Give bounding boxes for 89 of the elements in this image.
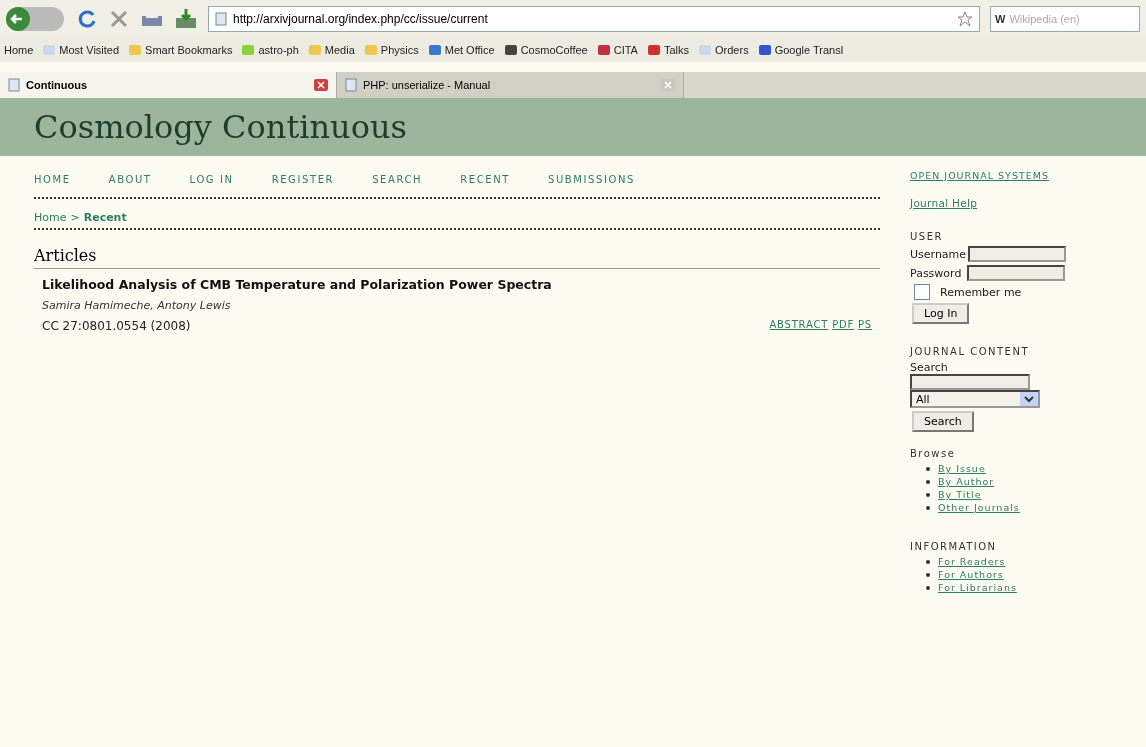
- folder-icon: [307, 43, 322, 57]
- remember-checkbox[interactable]: [914, 284, 930, 300]
- folder-icon: [128, 43, 143, 57]
- site-title: Cosmology Continuous: [34, 108, 407, 146]
- help-link[interactable]: Journal Help: [910, 197, 1100, 209]
- chevron-down-icon: [1020, 392, 1038, 406]
- search-field[interactable]: W Wikipedia (en): [990, 6, 1140, 32]
- page-icon: [8, 78, 20, 92]
- bullet-icon: [926, 466, 930, 471]
- article-citation: CC 27:0801.0554 (2008): [42, 319, 191, 333]
- bookmark-item[interactable]: astro-ph: [241, 43, 299, 57]
- breadcrumb-link[interactable]: Home: [34, 211, 67, 224]
- scope-select[interactable]: All: [910, 390, 1040, 408]
- bookmark-item[interactable]: CITA: [596, 43, 638, 57]
- browse-link[interactable]: Other Journals: [938, 502, 1020, 513]
- article-link[interactable]: PS: [858, 319, 872, 333]
- bookmark-item[interactable]: Smart Bookmarks: [128, 43, 233, 57]
- bullet-icon: [926, 585, 930, 590]
- information-link[interactable]: For Readers: [938, 556, 1006, 567]
- bookmark-item[interactable]: Google Transl: [757, 43, 844, 57]
- bullet-icon: [926, 572, 930, 577]
- bookmark-item[interactable]: Media: [307, 43, 355, 57]
- url-text: http://arxivjournal.org/index.php/cc/issue/current: [233, 12, 488, 26]
- article-link[interactable]: PDF: [832, 319, 854, 333]
- stop-icon[interactable]: [108, 8, 130, 30]
- browser-tab[interactable]: PHP: unserialize - Manual: [337, 72, 684, 98]
- nav-link[interactable]: REGISTER: [271, 174, 335, 185]
- bookmark-item[interactable]: Physics: [363, 43, 419, 57]
- browse-link[interactable]: By Issue: [938, 463, 986, 474]
- login-button[interactable]: Log In: [912, 303, 970, 324]
- browse-heading: Browse: [910, 448, 957, 459]
- bookmark-item[interactable]: Orders: [698, 43, 749, 57]
- bullet-icon: [926, 492, 930, 497]
- user-heading: USER: [910, 231, 944, 242]
- article-authors: Samira Hamimeche, Antony Lewis: [42, 299, 232, 312]
- nav-link[interactable]: SEARCH: [372, 174, 423, 185]
- page-icon: [345, 78, 357, 92]
- search-engine-text: Wikipedia (en): [1009, 13, 1080, 25]
- back-icon[interactable]: [6, 5, 66, 33]
- nav-link[interactable]: LOG IN: [189, 174, 234, 185]
- bookmark-item[interactable]: CosmoCoffee: [503, 43, 588, 57]
- bookmark-icon: [427, 43, 442, 57]
- wikipedia-logo: W: [995, 13, 1006, 25]
- bookmark-icon: [503, 43, 518, 57]
- article-link[interactable]: ABSTRACT: [769, 319, 829, 333]
- username-label: Username: [910, 247, 967, 261]
- bookmark-item[interactable]: Talks: [646, 43, 690, 57]
- bookmark-icon: [596, 43, 611, 57]
- bookmark-item[interactable]: Home: [4, 44, 34, 56]
- bookmark-icon: [757, 43, 772, 57]
- remember-label: Remember me: [940, 285, 1022, 299]
- bookmark-icon: [698, 43, 713, 57]
- nav-link[interactable]: ABOUT: [108, 174, 152, 185]
- section-heading: Articles: [34, 246, 880, 269]
- star-icon[interactable]: [957, 11, 973, 27]
- browse-link[interactable]: By Title: [938, 489, 982, 500]
- download-icon[interactable]: [174, 8, 198, 30]
- username-field[interactable]: [968, 246, 1067, 262]
- search-label: Search: [910, 361, 949, 374]
- browser-tab[interactable]: Continuous: [0, 72, 337, 98]
- search-button[interactable]: Search: [912, 411, 974, 432]
- nav-link[interactable]: HOME: [34, 174, 71, 185]
- bookmark-icon: [42, 43, 57, 57]
- bullet-icon: [926, 559, 930, 564]
- browse-link[interactable]: By Author: [938, 476, 995, 487]
- folder-icon: [363, 43, 378, 57]
- content-heading: JOURNAL CONTENT: [910, 346, 1030, 357]
- bookmark-item[interactable]: Most Visited: [42, 43, 120, 57]
- address-field[interactable]: http://arxivjournal.org/index.php/cc/issue/current: [208, 6, 980, 32]
- journal-search-field[interactable]: [910, 374, 1030, 390]
- breadcrumb-separator: >: [70, 211, 80, 224]
- bullet-icon: [926, 479, 930, 484]
- bullet-icon: [926, 505, 930, 510]
- information-link[interactable]: For Librarians: [938, 582, 1017, 593]
- ojs-link[interactable]: OPEN JOURNAL SYSTEMS: [910, 170, 1100, 181]
- article-title: Likelihood Analysis of CMB Temperature and Polarization Power Spectra: [42, 277, 553, 292]
- information-heading: INFORMATION: [910, 541, 998, 552]
- breadcrumb-current: Recent: [83, 211, 127, 224]
- bookmark-icon: [241, 43, 256, 57]
- page-icon: [215, 12, 227, 26]
- password-field[interactable]: [967, 265, 1066, 281]
- bookmark-item[interactable]: Met Office: [427, 43, 495, 57]
- bookmark-icon: [646, 43, 661, 57]
- information-link[interactable]: For Authors: [938, 569, 1004, 580]
- close-icon[interactable]: [314, 79, 328, 91]
- nav-link[interactable]: RECENT: [460, 174, 510, 185]
- nav-link[interactable]: SUBMISSIONS: [547, 174, 635, 185]
- reload-icon[interactable]: [76, 8, 98, 30]
- password-label: Password: [910, 266, 962, 280]
